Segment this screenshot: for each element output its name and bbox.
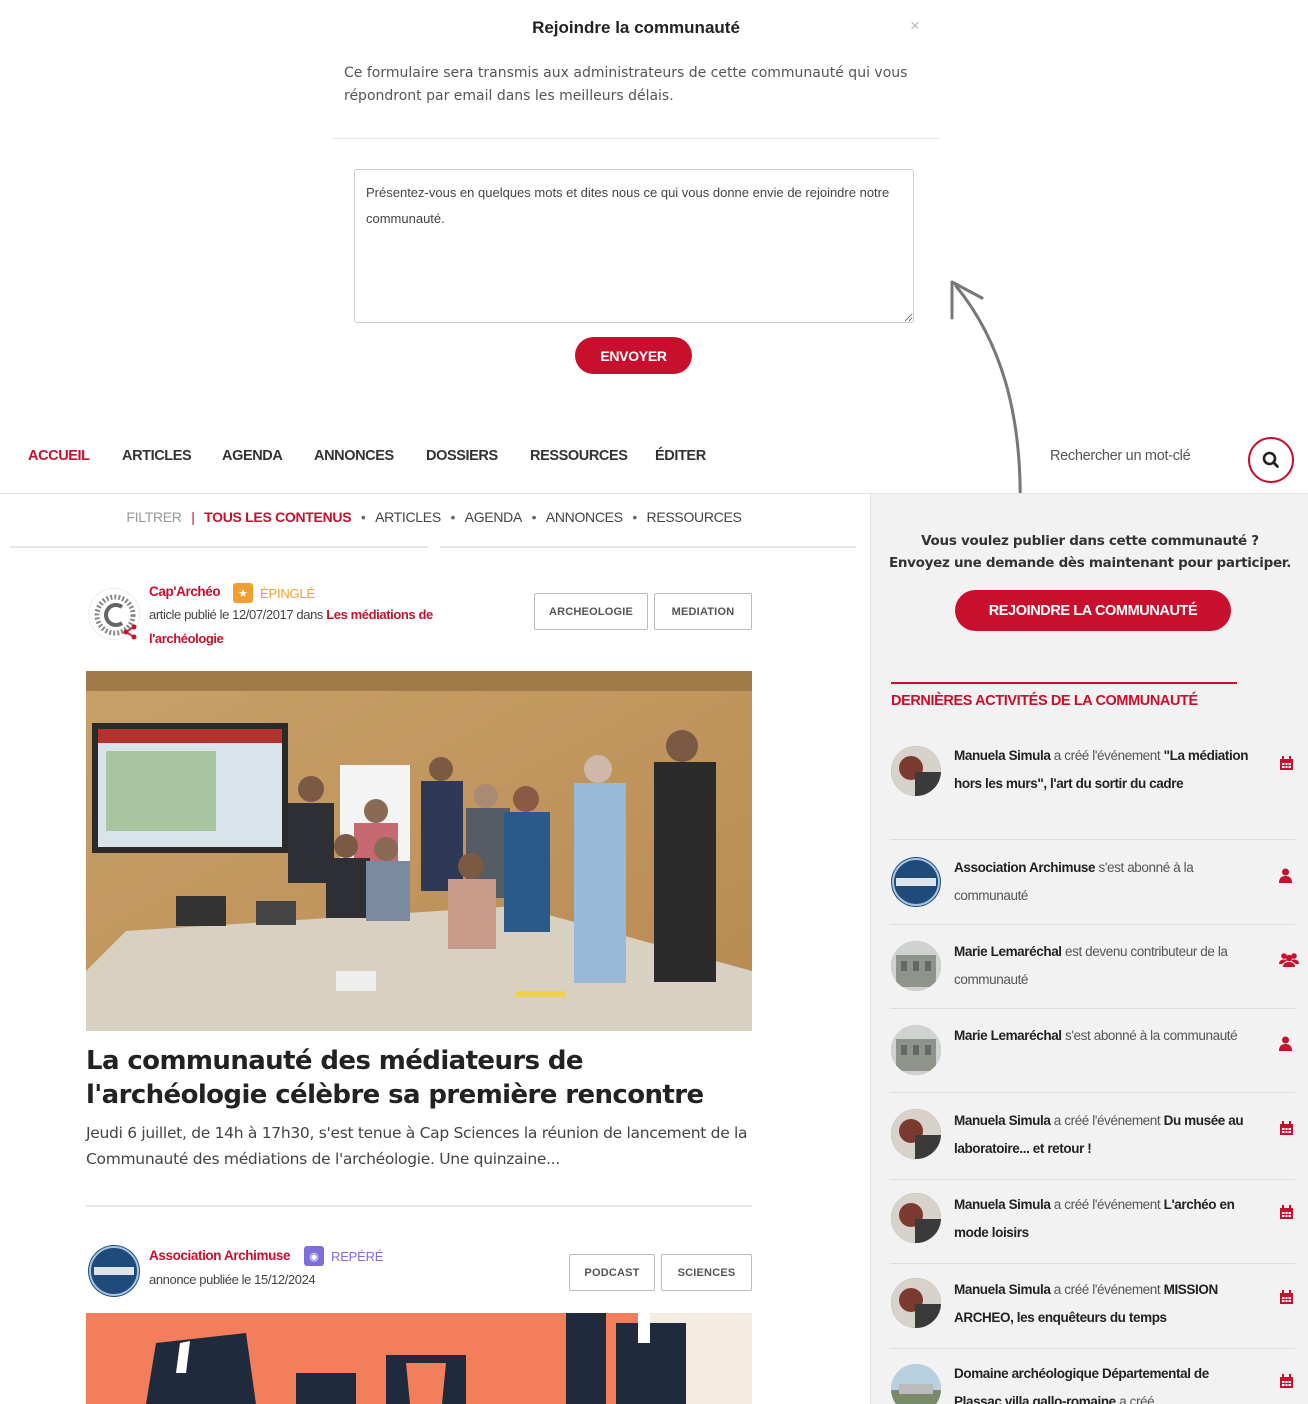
- heading-rule: [891, 682, 1237, 684]
- filter-dot: •: [360, 509, 366, 525]
- filter-all[interactable]: TOUS LES CONTENUS: [204, 509, 351, 525]
- search-input[interactable]: Rechercher un mot-clé: [1050, 448, 1191, 464]
- modal-intro: Ce formulaire sera transmis aux administ…: [344, 65, 908, 104]
- nav-annonces[interactable]: ANNONCES: [314, 448, 394, 464]
- user-icon: [1279, 868, 1292, 883]
- nav-articles[interactable]: ARTICLES: [122, 448, 192, 464]
- article-excerpt: Jeudi 6 juillet, de 14h à 17h30, s'est t…: [86, 1124, 748, 1168]
- author-link[interactable]: Cap'Archéo: [149, 584, 221, 599]
- user-icon: [1279, 1036, 1292, 1051]
- avatar: [891, 746, 941, 796]
- avatar: [891, 1025, 941, 1075]
- activity-heading: DERNIÈRES ACTIVITÉS DE LA COMMUNAUTÉ: [891, 693, 1198, 709]
- filter-articles[interactable]: ARTICLES: [375, 509, 441, 525]
- activity-text: Manuela Simula a créé l'événement L'arch…: [954, 1197, 1235, 1240]
- pinned-label: ÉPINGLÉ: [260, 585, 315, 601]
- activity-text: Domaine archéologique Départemental de P…: [954, 1366, 1209, 1404]
- main-nav: ACCUEIL ARTICLES AGENDA ANNONCES DOSSIER…: [0, 430, 1308, 494]
- share-icon[interactable]: [122, 624, 138, 640]
- divider: [891, 1179, 1295, 1180]
- calendar-icon: [1280, 1290, 1293, 1304]
- filter-agenda[interactable]: AGENDA: [465, 509, 523, 525]
- search-icon: [1262, 451, 1279, 468]
- divider: [891, 1263, 1295, 1264]
- avatar: [891, 857, 941, 907]
- binoculars-icon: ◉: [304, 1246, 324, 1266]
- article-image[interactable]: [86, 671, 752, 1031]
- author-link[interactable]: Association Archimuse: [149, 1248, 291, 1263]
- filter-annonces[interactable]: ANNONCES: [546, 509, 623, 525]
- prompt-line: Vous voulez publier dans cette communaut…: [921, 533, 1259, 549]
- join-community-button[interactable]: REJOINDRE LA COMMUNAUTÉ: [955, 590, 1231, 631]
- close-icon[interactable]: ×: [910, 16, 920, 36]
- filter-dot: •: [450, 509, 456, 525]
- nav-accueil[interactable]: ACCUEIL: [28, 448, 90, 464]
- publish-prompt: Vous voulez publier dans cette communaut…: [871, 530, 1308, 574]
- activity-text: Manuela Simula a créé l'événement Du mus…: [954, 1113, 1244, 1156]
- filter-label: FILTRER: [126, 509, 182, 525]
- send-button[interactable]: ENVOYER: [575, 337, 692, 374]
- filter-dot: •: [632, 509, 637, 525]
- activity-text: Manuela Simula a créé l'événement MISSIO…: [954, 1282, 1218, 1325]
- calendar-icon: [1280, 756, 1293, 770]
- announcement-image[interactable]: [86, 1313, 752, 1404]
- avatar: [891, 1109, 941, 1159]
- article-title[interactable]: La communauté des médiateurs de l'archéo…: [86, 1044, 766, 1112]
- pin-icon: ★: [233, 583, 253, 603]
- divider: [891, 1008, 1295, 1009]
- activity-text: Manuela Simula a créé l'événement "La mé…: [954, 748, 1249, 791]
- message-textarea[interactable]: [354, 169, 914, 323]
- nav-ressources[interactable]: RESSOURCES: [530, 448, 628, 464]
- join-modal: Rejoindre la communauté × Ce formulaire …: [332, 0, 940, 385]
- divider: [891, 1348, 1295, 1349]
- tag-mediation[interactable]: MEDIATION: [654, 593, 752, 630]
- divider: [891, 839, 1295, 840]
- pinned-badge: ★ ÉPINGLÉ: [233, 583, 315, 603]
- announcement-meta: annonce publiée le 15/12/2024: [149, 1272, 316, 1287]
- avatar: [891, 1364, 941, 1404]
- avatar: [891, 1193, 941, 1243]
- divider: [86, 1205, 752, 1207]
- activity-text: Marie Lemaréchal est devenu contributeur…: [954, 944, 1228, 987]
- divider: [332, 138, 940, 139]
- filter-underline: [10, 546, 428, 548]
- prompt-line: Envoyez une demande dès maintenant pour …: [888, 555, 1292, 571]
- modal-title: Rejoindre la communauté: [532, 18, 740, 37]
- calendar-icon: [1280, 1374, 1293, 1388]
- meta-text: article publié le 12/07/2017 dans: [149, 607, 327, 622]
- avatar: [891, 941, 941, 991]
- filter-separator: |: [191, 509, 195, 525]
- spotted-badge: ◉ REPÉRÉ: [304, 1246, 383, 1266]
- nav-agenda[interactable]: AGENDA: [222, 448, 283, 464]
- divider: [891, 1092, 1295, 1093]
- filter-ressources[interactable]: RESSOURCES: [647, 509, 742, 525]
- sidebar: Vous voulez publier dans cette communaut…: [870, 494, 1308, 1404]
- article-meta: article publié le 12/07/2017 dans Les mé…: [149, 603, 469, 651]
- divider: [891, 924, 1295, 925]
- activity-text: Marie Lemaréchal s'est abonné à la commu…: [954, 1028, 1238, 1043]
- tag-sciences[interactable]: SCIENCES: [661, 1254, 752, 1291]
- avatar: [891, 1278, 941, 1328]
- nav-editer[interactable]: ÉDITER: [655, 448, 706, 464]
- users-icon: [1279, 953, 1299, 967]
- spotted-label: REPÉRÉ: [331, 1248, 384, 1264]
- filter-bar: FILTRER | TOUS LES CONTENUS • ARTICLES •…: [0, 509, 868, 525]
- calendar-icon: [1280, 1121, 1293, 1135]
- nav-dossiers[interactable]: DOSSIERS: [426, 448, 498, 464]
- filter-dot: •: [531, 509, 537, 525]
- calendar-icon: [1280, 1205, 1293, 1219]
- tag-archeologie[interactable]: ARCHEOLOGIE: [534, 593, 648, 630]
- activity-item[interactable]: Domaine archéologique Départemental de P…: [891, 1358, 1295, 1404]
- search-button[interactable]: [1248, 437, 1294, 483]
- author-avatar[interactable]: [88, 1245, 140, 1297]
- filter-underline: [440, 546, 856, 548]
- tag-podcast[interactable]: PODCAST: [569, 1254, 655, 1291]
- activity-text: Association Archimuse s'est abonné à la …: [954, 860, 1194, 903]
